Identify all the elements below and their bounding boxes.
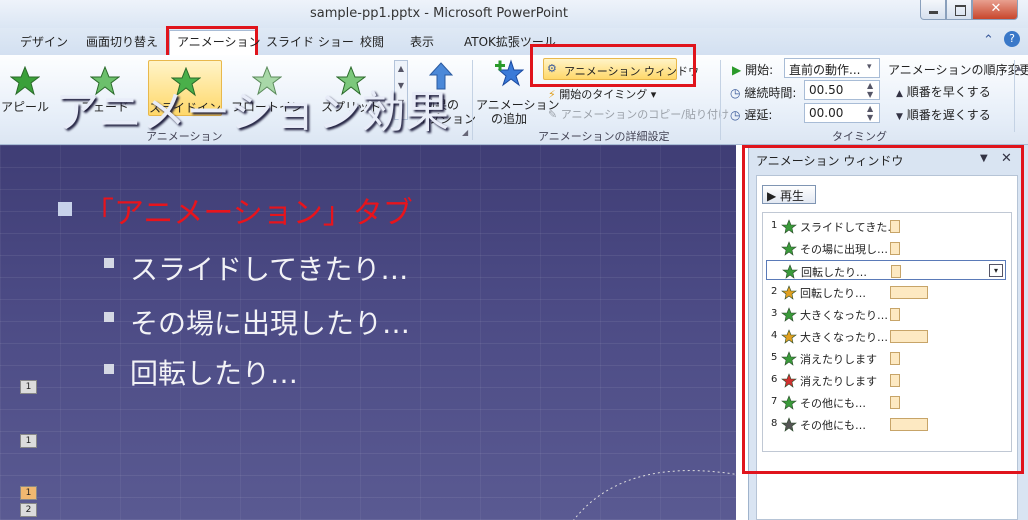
slide-bullet[interactable]: その場に出現したり… — [130, 302, 410, 342]
lightning-icon: ⚡ — [548, 88, 556, 101]
delay-label: ◷ 遅延: — [730, 108, 773, 122]
chevron-down-icon: ▾ — [867, 62, 872, 72]
close-icon: ✕ — [990, 1, 1002, 16]
bullet-square — [104, 312, 114, 322]
start-select[interactable]: 直前の動作... ▾ — [784, 58, 880, 78]
group-label-timing: タイミング — [832, 130, 887, 143]
close-button[interactable]: ✕ — [972, 0, 1018, 20]
clock-icon: ◷ — [730, 86, 741, 100]
tab-review[interactable]: 校閲 — [360, 33, 384, 50]
slide-title[interactable]: アニメーション効果 — [55, 76, 449, 140]
move-earlier-button[interactable]: ▲ 順番を早くする — [896, 83, 991, 100]
duration-spinner[interactable]: 00.50 ▲ ▼ — [804, 80, 880, 100]
slide-bullet[interactable]: 回転したり… — [130, 352, 298, 392]
start-label: ▶ 開始: — [732, 63, 774, 77]
play-icon: ▶ — [732, 63, 742, 77]
move-later-button[interactable]: ▼ 順番を遅くする — [896, 106, 991, 123]
highlight-animation-pane-button — [530, 44, 696, 87]
tab-design[interactable]: デザイン — [20, 33, 68, 50]
help-icon[interactable]: ? — [1004, 31, 1020, 47]
maximize-button[interactable] — [946, 0, 972, 20]
slide-bullet[interactable]: スライドしてきたり… — [130, 248, 408, 288]
spinner-icon[interactable]: ▲ ▼ — [867, 81, 873, 99]
bullet-square — [104, 258, 114, 268]
minimize-ribbon-icon[interactable]: ⌃ — [983, 33, 994, 48]
triangle-down-icon: ▼ — [896, 112, 903, 122]
clock-icon: ◷ — [730, 108, 741, 122]
group-separator — [720, 60, 721, 140]
spinner-icon[interactable]: ▲ ▼ — [867, 104, 873, 122]
reorder-label: アニメーションの順序変更 — [888, 63, 1028, 77]
slide-heading[interactable]: 「アニメーション」タブ — [84, 188, 413, 232]
group-separator — [472, 60, 473, 140]
group-label-advanced: アニメーションの詳細設定 — [538, 130, 670, 143]
delay-spinner[interactable]: 00.00 ▲ ▼ — [804, 103, 880, 123]
tab-view[interactable]: 表示 — [410, 33, 434, 50]
triangle-up-icon: ▲ — [896, 89, 903, 99]
animation-marker[interactable]: 1 — [20, 486, 37, 500]
tab-transitions[interactable]: 画面切り替え — [86, 33, 158, 50]
duration-label: ◷ 継続時間: — [730, 86, 797, 100]
trigger-button[interactable]: ⚡ 開始のタイミング ▾ — [548, 86, 656, 102]
bullet-square — [58, 202, 72, 216]
animation-painter-button[interactable]: ✎ アニメーションのコピー/貼り付け — [548, 106, 729, 122]
window-title: sample-pp1.pptx - Microsoft PowerPoint — [310, 6, 568, 21]
bullet-square — [104, 364, 114, 374]
chevron-up-icon: ▲ — [397, 64, 405, 73]
ribbon-scroll[interactable]: ▲ — [1014, 60, 1024, 132]
star-icon — [10, 66, 40, 96]
painter-icon: ✎ — [548, 108, 558, 121]
tab-animations[interactable]: アニメーション — [177, 33, 261, 50]
motion-path — [573, 470, 736, 520]
animation-marker[interactable]: 2 — [20, 503, 37, 517]
tab-slideshow[interactable]: スライド ショー — [266, 33, 354, 50]
dialog-launcher-icon[interactable]: ◢ — [462, 128, 468, 137]
effect-appear[interactable]: アピール — [0, 60, 62, 116]
animation-marker[interactable]: 1 — [20, 380, 37, 394]
animation-marker[interactable]: 1 — [20, 434, 37, 448]
highlight-animation-pane — [742, 145, 1024, 474]
add-star-icon — [495, 59, 525, 87]
minimize-button[interactable] — [920, 0, 946, 20]
